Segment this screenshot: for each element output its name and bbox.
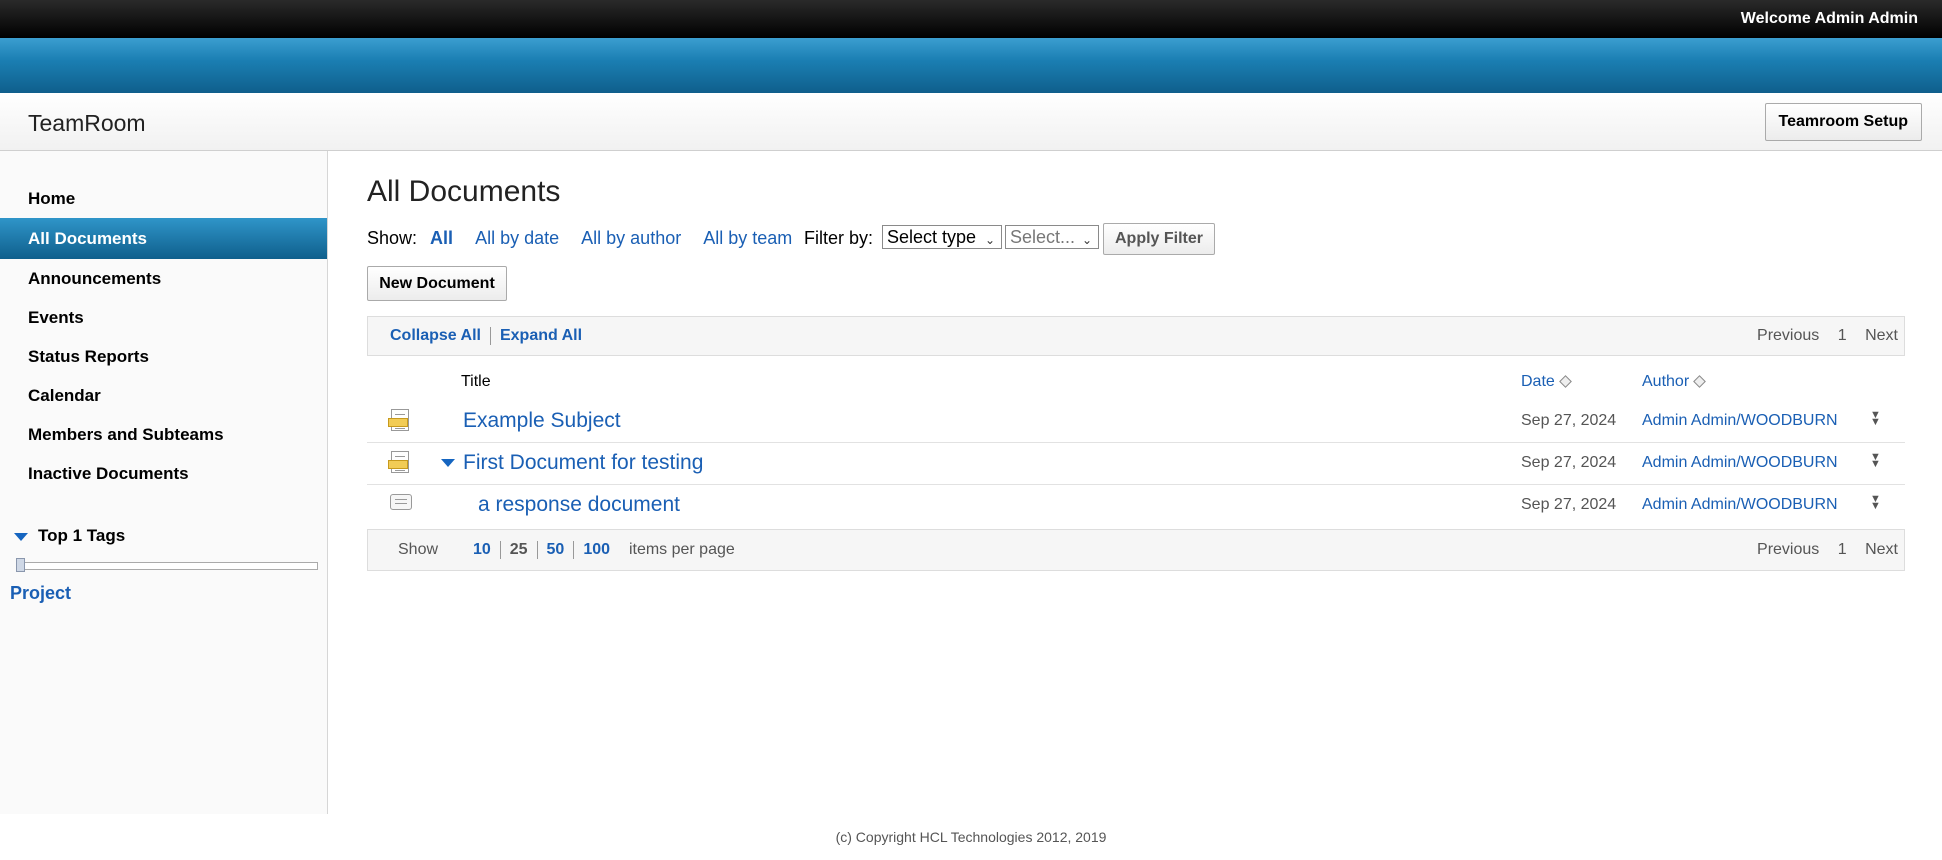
tags-heading-label: Top 1 Tags (38, 526, 126, 545)
welcome-text: Welcome Admin Admin (1740, 10, 1918, 27)
show-label: Show: (367, 228, 418, 248)
table-header: Title Date Author (367, 371, 1905, 401)
table-row: a response document Sep 27, 2024 Admin A… (367, 485, 1905, 527)
slider-handle[interactable] (16, 558, 25, 572)
sidebar-item-members-and-subteams[interactable]: Members and Subteams (0, 415, 327, 454)
current-page: 1 (1837, 541, 1847, 558)
page-size-50[interactable]: 50 (547, 541, 565, 558)
show-filter-row: Show: All All by date All by author All … (367, 228, 810, 249)
previous-page-link[interactable]: Previous (1757, 327, 1819, 344)
show-by-author-link[interactable]: All by author (581, 228, 681, 248)
expand-twistie-icon[interactable] (441, 459, 455, 467)
page-title: All Documents (367, 175, 561, 208)
document-icon (388, 409, 409, 431)
sidebar-item-all-documents[interactable]: All Documents (0, 218, 327, 259)
document-icon (388, 451, 409, 473)
show-by-date-link[interactable]: All by date (475, 228, 559, 248)
document-author-link[interactable]: Admin Admin/WOODBURN (1642, 496, 1838, 514)
next-page-link[interactable]: Next (1865, 327, 1898, 344)
document-title-link[interactable]: Example Subject (463, 409, 621, 433)
row-actions-icon[interactable]: ▼ ▼ (1870, 452, 1881, 470)
items-per-page-label: items per page (628, 541, 735, 559)
column-title: Title (461, 373, 491, 390)
document-date: Sep 27, 2024 (1521, 412, 1617, 429)
document-title-link[interactable]: First Document for testing (463, 451, 703, 475)
document-author-link[interactable]: Admin Admin/WOODBURN (1642, 454, 1838, 472)
table-row: Example Subject Sep 27, 2024 Admin Admin… (367, 401, 1905, 443)
page-size-10[interactable]: 10 (473, 541, 491, 558)
sort-icon (1693, 375, 1707, 389)
new-document-button[interactable]: New Document (367, 266, 507, 301)
filter-value-select[interactable]: Select... ⌄ (1005, 225, 1099, 249)
column-author-label: Author (1642, 373, 1690, 390)
table-row: First Document for testing Sep 27, 2024 … (367, 443, 1905, 485)
top-bar: Welcome Admin Admin (0, 0, 1942, 38)
collapse-all-link[interactable]: Collapse All (390, 327, 481, 344)
expand-all-link[interactable]: Expand All (500, 327, 582, 344)
next-page-link[interactable]: Next (1865, 541, 1898, 558)
document-date: Sep 27, 2024 (1521, 454, 1617, 471)
divider (573, 541, 575, 559)
apply-filter-button[interactable]: Apply Filter (1103, 223, 1215, 255)
filter-type-value: Select type (887, 227, 977, 247)
collapse-arrow-icon (14, 532, 28, 541)
sidebar: Home All Documents Announcements Events … (0, 151, 328, 814)
page-size-25: 25 (509, 541, 528, 559)
show-label: Show (398, 541, 439, 559)
title-bar: TeamRoom Teamroom Setup (0, 93, 1942, 151)
document-date: Sep 27, 2024 (1521, 496, 1617, 513)
view-toolbar: Collapse All Expand All Previous 1 Next (367, 316, 1905, 356)
chevron-down-icon: ⌄ (984, 233, 995, 247)
sort-icon (1558, 375, 1572, 389)
column-date-sort[interactable]: Date (1521, 373, 1572, 391)
pager-bottom: Previous 1 Next (1743, 541, 1898, 559)
sidebar-item-inactive-documents[interactable]: Inactive Documents (0, 454, 327, 493)
tags-heading[interactable]: Top 1 Tags (14, 526, 125, 546)
sidebar-item-home[interactable]: Home (0, 179, 327, 218)
sidebar-item-calendar[interactable]: Calendar (0, 376, 327, 415)
current-page: 1 (1837, 327, 1847, 344)
banner (0, 38, 1942, 93)
pagination-footer: Show 10 25 50 100 items per page Previous 1… (367, 529, 1905, 571)
divider (499, 541, 501, 559)
document-title-link[interactable]: a response document (478, 493, 680, 517)
pager-top: Previous 1 Next (1743, 327, 1898, 345)
tag-link-project[interactable]: Project (10, 583, 71, 604)
chevron-down-icon: ⌄ (1081, 233, 1092, 247)
page-size-100[interactable]: 100 (583, 541, 610, 558)
sidebar-item-events[interactable]: Events (0, 298, 327, 337)
teamroom-setup-button[interactable]: Teamroom Setup (1764, 103, 1922, 141)
column-date-label: Date (1521, 373, 1555, 390)
filter-value-value: Select... (1010, 227, 1076, 247)
divider (536, 541, 538, 559)
row-actions-icon[interactable]: ▼ ▼ (1870, 494, 1881, 512)
show-all-link[interactable]: All (430, 228, 453, 248)
sidebar-nav: Home All Documents Announcements Events … (0, 179, 327, 493)
app-title: TeamRoom (28, 110, 146, 136)
response-icon (390, 494, 412, 510)
previous-page-link[interactable]: Previous (1757, 541, 1819, 558)
filter-type-select[interactable]: Select type ⌄ (882, 225, 1002, 249)
tag-cloud-slider[interactable] (16, 558, 318, 572)
row-actions-icon[interactable]: ▼ ▼ (1870, 410, 1881, 428)
page-size-selector: Show 10 25 50 100 items per page (398, 541, 735, 559)
sidebar-item-status-reports[interactable]: Status Reports (0, 337, 327, 376)
show-by-team-link[interactable]: All by team (703, 228, 792, 248)
divider (489, 327, 491, 345)
document-author-link[interactable]: Admin Admin/WOODBURN (1642, 412, 1838, 430)
sidebar-item-announcements[interactable]: Announcements (0, 259, 327, 298)
column-author-sort[interactable]: Author (1642, 373, 1707, 391)
filter-label: Filter by: (804, 228, 874, 248)
copyright-footer: (c) Copyright HCL Technologies 2012, 201… (835, 829, 1107, 845)
